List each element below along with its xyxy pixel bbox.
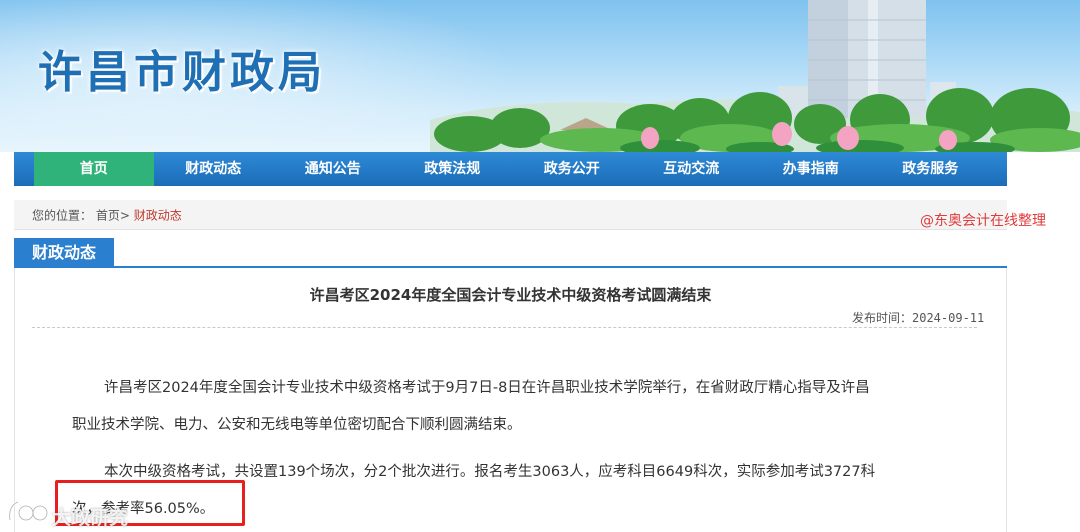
article-title: 许昌考区2024年度全国会计专业技术中级资格考试圆满结束 (309, 286, 712, 304)
nav-item-notices[interactable]: 通知公告 (273, 152, 393, 186)
nav-item-gov-affairs-open[interactable]: 政务公开 (512, 152, 632, 186)
main-nav: 首页 财政动态 通知公告 政策法规 政务公开 互动交流 办事指南 政务服务 (14, 152, 1007, 186)
source-watermark-note: @东奥会计在线整理 (920, 213, 1046, 229)
breadcrumb-home-link[interactable]: 首页 (96, 209, 120, 223)
title-divider (32, 327, 977, 328)
logo-icon (8, 500, 49, 522)
nav-item-interaction[interactable]: 互动交流 (632, 152, 752, 186)
breadcrumb-separator: > (119, 208, 130, 223)
nav-item-service-guide[interactable]: 办事指南 (751, 152, 871, 186)
publish-date: 发布时间：2024-09-11 (852, 311, 985, 325)
site-title: 许昌市财政局 (38, 47, 326, 98)
breadcrumb-current-link[interactable]: 财政动态 (134, 209, 182, 223)
site-banner: 许昌市财政局 (0, 0, 1080, 152)
paragraph-1-line-2: 职业技术学院、电力、公安和无线电等单位密切配合下顺利圆满结束。 (72, 417, 522, 433)
paragraph-2-line-1: 本次中级资格考试，共设置139个场次，分2个批次进行。报名考生3063人，应考科… (104, 464, 876, 480)
nav-item-finance-news[interactable]: 财政动态 (154, 152, 274, 186)
section-title: 财政动态 (14, 238, 114, 268)
breadcrumb: 您的位置： 首页> 财政动态 (14, 200, 1007, 230)
nav-item-policies[interactable]: 政策法规 (393, 152, 513, 186)
nav-item-home[interactable]: 首页 (34, 152, 154, 186)
logo-text: 大政研究 (52, 507, 129, 529)
paragraph-1-line-1: 许昌考区2024年度全国会计专业技术中级资格考试于9月7日-8日在许昌职业技术学… (104, 380, 870, 396)
breadcrumb-prefix: 您的位置： (32, 208, 93, 223)
nav-item-gov-services[interactable]: 政务服务 (871, 152, 991, 186)
